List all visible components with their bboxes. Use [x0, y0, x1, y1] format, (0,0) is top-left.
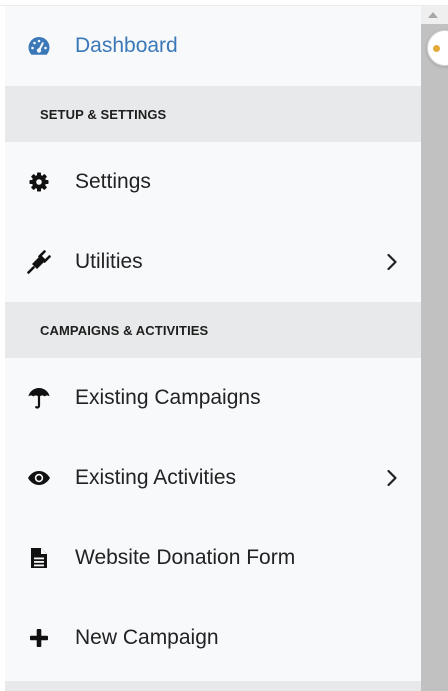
sidebar-item-label: Utilities [75, 250, 143, 273]
sidebar-item-label: Website Donation Form [75, 546, 296, 569]
app-frame: Dashboard SETUP & SETTINGS Settings Util… [0, 0, 448, 691]
section-header-label: CAMPAIGNS & ACTIVITIES [40, 322, 209, 338]
sidebar-item-label: Existing Activities [75, 466, 237, 489]
sidebar-item-existing-activities[interactable]: Existing Activities [5, 438, 421, 518]
section-header-partial [5, 681, 421, 691]
eye-icon [27, 466, 51, 490]
sidebar-item-existing-campaigns[interactable]: Existing Campaigns [5, 358, 421, 438]
sidebar-item-utilities[interactable]: Utilities [5, 222, 421, 302]
umbrella-icon [27, 386, 51, 410]
scrollbar-thumb[interactable] [421, 24, 448, 691]
plus-icon [27, 626, 51, 650]
scroll-up-arrow-icon[interactable] [428, 12, 438, 18]
sidebar-item-dashboard[interactable]: Dashboard [5, 6, 421, 86]
gear-icon [27, 170, 51, 194]
sidebar-item-label: New Campaign [75, 626, 219, 649]
dashboard-gauge-icon [27, 34, 51, 58]
document-icon [27, 546, 51, 570]
sidebar: Dashboard SETUP & SETTINGS Settings Util… [5, 6, 421, 691]
sidebar-item-label: Dashboard [75, 34, 178, 57]
plug-icon [27, 250, 51, 274]
sidebar-item-new-campaign[interactable]: New Campaign [5, 598, 421, 678]
section-header-setup: SETUP & SETTINGS [5, 86, 421, 142]
sidebar-item-label: Settings [75, 170, 151, 193]
chevron-right-icon [385, 253, 399, 271]
section-header-campaigns: CAMPAIGNS & ACTIVITIES [5, 302, 421, 358]
sidebar-item-label: Existing Campaigns [75, 386, 261, 409]
sidebar-item-settings[interactable]: Settings [5, 142, 421, 222]
sidebar-item-website-donation-form[interactable]: Website Donation Form [5, 518, 421, 598]
chevron-right-icon [385, 469, 399, 487]
collapse-arrow-icon [433, 45, 440, 52]
section-header-label: SETUP & SETTINGS [40, 106, 167, 122]
